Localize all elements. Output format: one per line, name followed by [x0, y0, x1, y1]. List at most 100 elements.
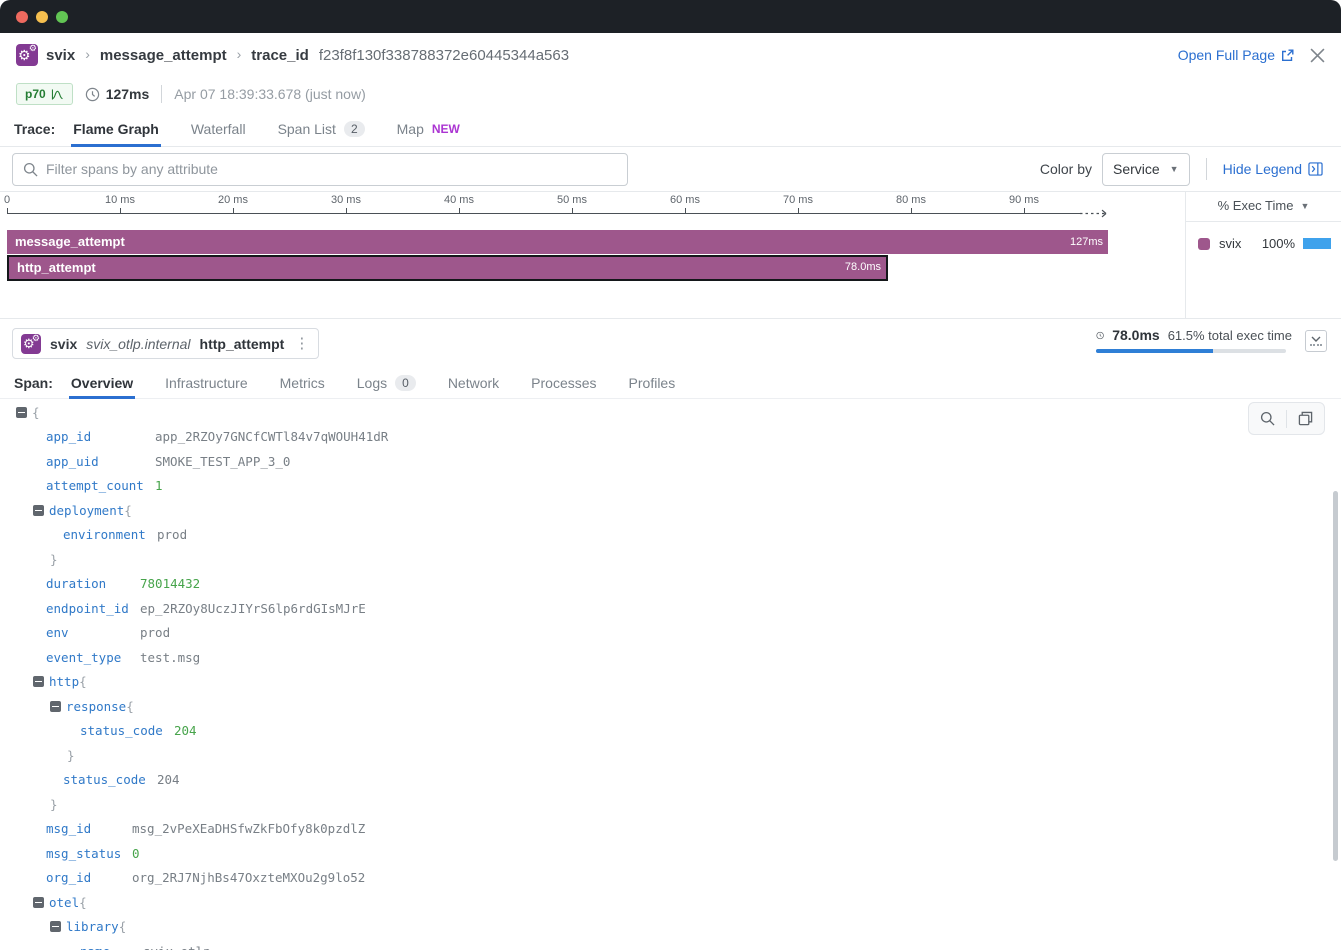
breadcrumb-operation[interactable]: message_attempt — [100, 47, 227, 64]
attribute-value[interactable]: app_2RZOy7GNCfCWTl84v7qWOUH41dR — [155, 429, 388, 444]
attribute-key[interactable]: otel — [49, 895, 79, 910]
legend-row-svix[interactable]: svix100% — [1186, 222, 1341, 251]
search-attributes-button[interactable] — [1249, 403, 1286, 434]
span-tab-infrastructure[interactable]: Infrastructure — [165, 367, 247, 398]
tab-flame-graph[interactable]: Flame Graph — [73, 111, 159, 146]
scrollbar-thumb[interactable] — [1333, 491, 1338, 861]
color-by-select[interactable]: Service ▼ — [1102, 153, 1190, 186]
attribute-value[interactable]: 204 — [157, 772, 180, 787]
attribute-row-endpoint_id: endpoint_idep_2RZOy8UczJIYrS6lp6rdGIsMJr… — [0, 596, 1341, 621]
attribute-value[interactable]: prod — [157, 527, 187, 542]
attribute-value[interactable]: svix-otlp — [143, 944, 211, 950]
collapse-toggle-icon[interactable] — [33, 505, 44, 516]
tab-waterfall[interactable]: Waterfall — [191, 111, 246, 146]
attribute-key[interactable]: attempt_count — [46, 478, 155, 493]
attribute-key[interactable]: status_code — [80, 723, 174, 738]
attribute-key[interactable]: environment — [63, 527, 157, 542]
tab-label: Flame Graph — [73, 121, 159, 137]
attribute-key[interactable]: response — [66, 699, 126, 714]
brace: { — [79, 895, 87, 910]
copy-attributes-button[interactable] — [1287, 403, 1324, 434]
timeline-axis — [7, 213, 1080, 214]
flame-span-message_attempt[interactable]: message_attempt127ms — [7, 230, 1108, 254]
legend-sort-header[interactable]: % Exec Time ▼ — [1186, 198, 1341, 222]
attribute-value[interactable]: 204 — [174, 723, 197, 738]
attribute-key[interactable]: endpoint_id — [46, 601, 140, 616]
collapse-span-panel-button[interactable] — [1305, 330, 1327, 352]
open-full-page-link[interactable]: Open Full Page — [1178, 47, 1294, 63]
timeline-tick-label: 30 ms — [331, 194, 361, 206]
window-title-bar — [0, 0, 1341, 33]
attribute-value[interactable]: 0 — [132, 846, 140, 861]
attribute-value[interactable]: prod — [140, 625, 170, 640]
attribute-key[interactable]: org_id — [46, 870, 132, 885]
attribute-key[interactable]: event_type — [46, 650, 140, 665]
attribute-value[interactable]: test.msg — [140, 650, 200, 665]
attribute-value[interactable]: msg_2vPeXEaDHSfwZkFbOfy8k0pzdlZ — [132, 821, 365, 836]
attribute-group-library: library { — [0, 915, 1341, 940]
close-panel-icon[interactable] — [1310, 48, 1325, 63]
timeline-continues-arrow — [1080, 207, 1114, 220]
tab-label: Network — [448, 375, 499, 391]
attribute-row-name: namesvix-otlp — [0, 939, 1341, 950]
attribute-value[interactable]: org_2RJ7NjhBs47OxzteMXOu2g9lo52 — [132, 870, 365, 885]
tab-label: Metrics — [280, 375, 325, 391]
collapse-panel-icon — [1308, 162, 1323, 176]
span-tab-logs[interactable]: Logs0 — [357, 367, 416, 398]
clock-icon — [85, 87, 100, 102]
attribute-value[interactable]: SMOKE_TEST_APP_3_0 — [155, 454, 290, 469]
attribute-key[interactable]: name — [80, 944, 143, 950]
trace-id-value[interactable]: f23f8f130f338788372e60445344a563 — [319, 47, 569, 64]
attribute-key[interactable]: msg_status — [46, 846, 132, 861]
span-duration-label: 78.0ms — [845, 257, 881, 278]
tab-map[interactable]: MapNEW — [397, 111, 460, 146]
tab-span-list[interactable]: Span List2 — [278, 111, 365, 146]
brace: } — [67, 748, 75, 763]
attribute-key[interactable]: app_uid — [46, 454, 155, 469]
span-tab-metrics[interactable]: Metrics — [280, 367, 325, 398]
attribute-row-duration: duration78014432 — [0, 572, 1341, 597]
attribute-row-env: envprod — [0, 621, 1341, 646]
span-tab-processes[interactable]: Processes — [531, 367, 596, 398]
breadcrumb-service[interactable]: svix — [46, 47, 75, 64]
collapse-toggle-icon[interactable] — [33, 897, 44, 908]
span-tab-profiles[interactable]: Profiles — [629, 367, 676, 398]
span-filter-input[interactable] — [46, 161, 617, 177]
attribute-row-app_uid: app_uidSMOKE_TEST_APP_3_0 — [0, 449, 1341, 474]
service-logo-icon: ⚙⚙ — [16, 44, 38, 66]
timeline-tick-mark — [346, 208, 347, 213]
close-window-button[interactable] — [16, 11, 28, 23]
attribute-key[interactable]: http — [49, 674, 79, 689]
attribute-key[interactable]: env — [46, 625, 140, 640]
timeline-tick-mark — [911, 208, 912, 213]
attribute-key[interactable]: duration — [46, 576, 140, 591]
collapse-toggle-icon[interactable] — [50, 921, 61, 932]
attribute-group-deployment: deployment { — [0, 498, 1341, 523]
span-tab-network[interactable]: Network — [448, 367, 499, 398]
span-resource-name[interactable]: svix_otlp.internal — [86, 336, 190, 352]
timeline-tick-mark — [798, 208, 799, 213]
attribute-value[interactable]: ep_2RZOy8UczJIYrS6lp6rdGIsMJrE — [140, 601, 366, 616]
timeline-tick-label: 70 ms — [783, 194, 813, 206]
search-icon — [1260, 411, 1275, 426]
attribute-key[interactable]: library — [66, 919, 119, 934]
kebab-menu-icon[interactable]: ⋮ — [293, 337, 310, 351]
attribute-key[interactable]: deployment — [49, 503, 124, 518]
attribute-value[interactable]: 1 — [155, 478, 163, 493]
collapse-toggle-icon[interactable] — [50, 701, 61, 712]
attribute-key[interactable]: app_id — [46, 429, 155, 444]
percentile-badge[interactable]: p70 — [16, 83, 73, 105]
hide-legend-link[interactable]: Hide Legend — [1223, 161, 1323, 177]
collapse-toggle-icon[interactable] — [33, 676, 44, 687]
attribute-row-event_type: event_typetest.msg — [0, 645, 1341, 670]
attribute-value[interactable]: 78014432 — [140, 576, 200, 591]
collapse-toggle-icon[interactable] — [16, 407, 27, 418]
tab-label: Profiles — [629, 375, 676, 391]
flame-span-http_attempt[interactable]: http_attempt78.0ms — [7, 255, 888, 281]
attribute-key[interactable]: msg_id — [46, 821, 132, 836]
attribute-key[interactable]: status_code — [63, 772, 157, 787]
minimize-window-button[interactable] — [36, 11, 48, 23]
span-tab-overview[interactable]: Overview — [71, 367, 133, 398]
zoom-window-button[interactable] — [56, 11, 68, 23]
span-service-name[interactable]: svix — [50, 336, 77, 352]
